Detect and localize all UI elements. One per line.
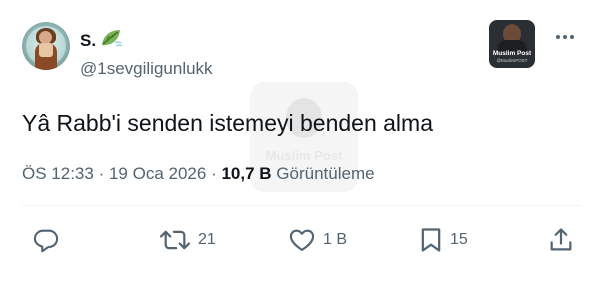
tweet-text: Yâ Rabb'i senden istemeyi benden alma <box>22 110 433 136</box>
meta-separator: · <box>211 164 217 183</box>
reply-icon <box>33 229 59 253</box>
bookmark-icon <box>421 228 441 252</box>
author-display-name[interactable]: S. <box>80 27 123 55</box>
watermark-badge-title: Muslim Post <box>492 50 532 57</box>
bookmark-button[interactable]: 15 <box>418 225 468 255</box>
meta-separator: · <box>98 164 105 183</box>
tweet-time[interactable]: ÖS 12:33 <box>22 164 94 183</box>
more-options-button[interactable] <box>552 26 578 48</box>
retweet-button[interactable]: 21 <box>158 225 216 255</box>
retweet-icon <box>159 230 191 250</box>
reply-button[interactable] <box>31 225 61 255</box>
like-count: 1 B <box>323 231 348 248</box>
watermark-badge-subtitle: @MuslimPOST <box>496 58 528 63</box>
avatar-scarf <box>39 43 53 57</box>
views-label: Görüntüleme <box>276 164 375 183</box>
tweet-date[interactable]: 19 Oca 2026 <box>109 164 206 183</box>
author-avatar[interactable] <box>22 22 70 70</box>
tweet-meta: ÖS 12:33 · 19 Oca 2026 · 10,7 B Görüntül… <box>22 161 375 187</box>
views-count: 10,7 B <box>221 164 272 183</box>
watermark-badge: Muslim Post @MuslimPOST <box>489 20 535 68</box>
like-button[interactable]: 1 B <box>287 225 347 255</box>
share-button[interactable] <box>547 225 575 255</box>
author-handle[interactable]: @1sevgiligunlukk <box>80 58 213 80</box>
more-icon <box>556 35 574 39</box>
display-name-text: S. <box>80 31 97 50</box>
share-icon <box>550 228 572 251</box>
leaf-fluttering-in-wind-emoji <box>99 27 123 55</box>
retweet-count: 21 <box>198 231 216 248</box>
bookmark-count: 15 <box>450 231 468 248</box>
divider <box>22 205 581 206</box>
like-icon <box>289 229 315 251</box>
